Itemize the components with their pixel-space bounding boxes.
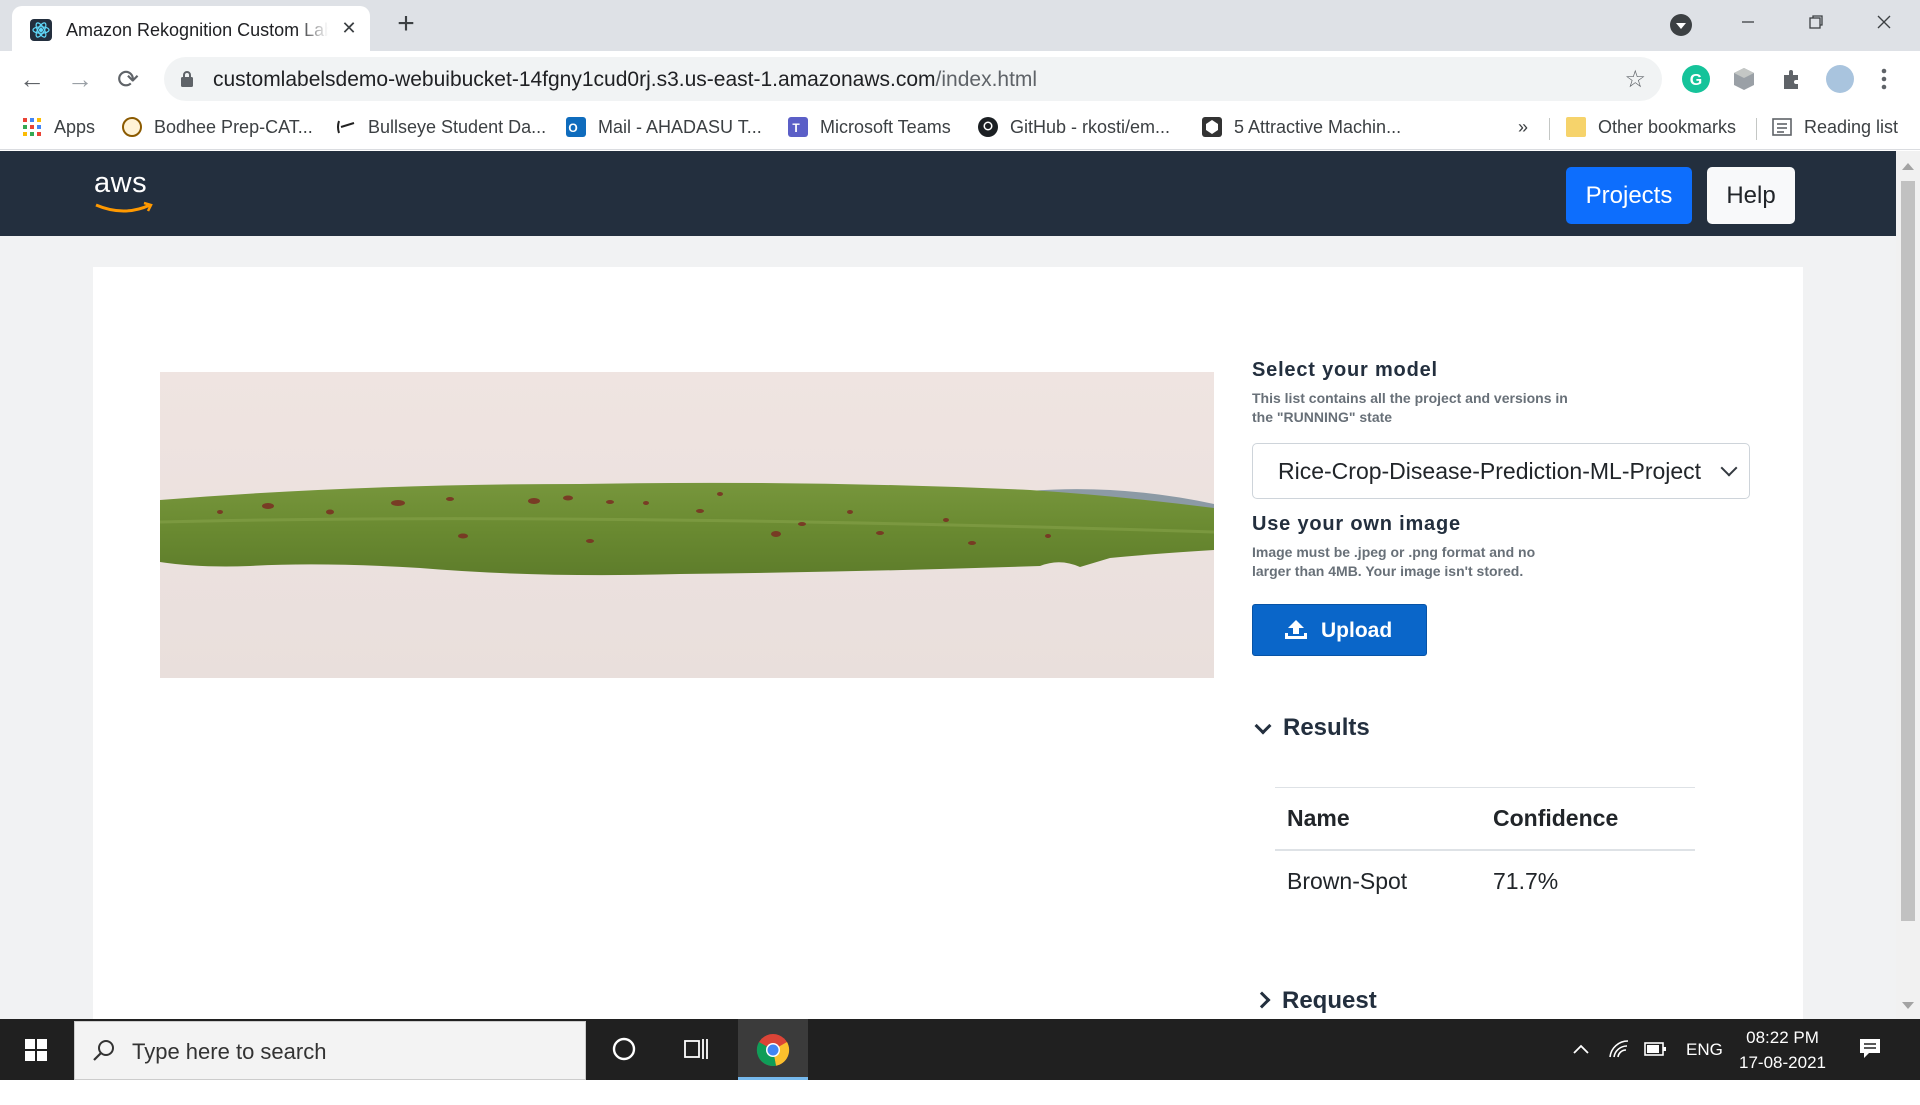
react-favicon-icon [30, 19, 52, 41]
bodhee-icon [122, 117, 142, 137]
bookmark-machine[interactable]: 5 Attractive Machin... [1202, 115, 1401, 139]
task-view-icon[interactable] [662, 1019, 730, 1080]
column-header-name: Name [1275, 787, 1481, 851]
bookmark-teams[interactable]: T Microsoft Teams [788, 115, 951, 139]
bookmark-github[interactable]: GitHub - rkosti/em... [978, 115, 1170, 139]
cortana-icon[interactable] [590, 1019, 658, 1080]
windows-logo-icon [25, 1039, 47, 1061]
browser-toolbar: ← → ⟳ customlabelsdemo-webuibucket-14fgn… [0, 51, 1920, 106]
browser-tab-active[interactable]: Amazon Rekognition Custom Labels ✕ [12, 6, 370, 51]
model-select-value: Rice-Crop-Disease-Prediction-ML-Project [1278, 458, 1702, 484]
main-card: Select your model This list contains all… [93, 267, 1803, 1019]
page-viewport: aws Projects Help Select your model This… [0, 151, 1896, 1019]
page-scrollbar[interactable] [1896, 151, 1920, 1019]
apps-grid-icon [22, 117, 42, 137]
chrome-icon [756, 1034, 790, 1067]
bullseye-icon [336, 117, 356, 137]
cube-extension-icon[interactable] [1730, 65, 1758, 93]
address-bar[interactable]: customlabelsdemo-webuibucket-14fgny1cud0… [164, 57, 1662, 101]
chevron-right-icon [1253, 991, 1271, 1009]
projects-button[interactable]: Projects [1566, 167, 1692, 224]
own-image-description: Image must be .jpeg or .png format and n… [1252, 544, 1536, 579]
url-text: customlabelsdemo-webuibucket-14fgny1cud0… [213, 68, 1038, 91]
taskbar-search-input[interactable]: Type here to search [74, 1021, 586, 1080]
tab-close-icon[interactable]: ✕ [338, 17, 360, 39]
svg-text:O: O [568, 121, 577, 135]
menu-kebab-icon[interactable] [1870, 65, 1898, 93]
battery-icon[interactable] [1642, 1019, 1668, 1080]
bookmarks-bar: Apps Bodhee Prep-CAT... Bullseye Student… [0, 106, 1920, 150]
system-clock[interactable]: 08:22 PM 17-08-2021 [1725, 1025, 1840, 1075]
results-table: Name Confidence Brown-Spot 71.7% [1275, 787, 1695, 912]
outlook-icon: O [566, 117, 586, 137]
bookmark-apps[interactable]: Apps [22, 115, 95, 139]
table-row: Brown-Spot 71.7% [1275, 850, 1695, 912]
request-toggle[interactable]: Request [1252, 987, 1377, 1015]
site-icon [1202, 117, 1222, 137]
minimize-icon[interactable] [1728, 8, 1768, 40]
chevron-down-icon [1720, 459, 1738, 477]
bookmark-separator [1549, 118, 1550, 140]
extensions-puzzle-icon[interactable] [1778, 65, 1806, 93]
select-model-description: This list contains all the project and v… [1252, 390, 1568, 425]
bookmark-mail[interactable]: O Mail - AHADASU T... [566, 115, 762, 139]
reading-list-icon [1772, 117, 1792, 137]
column-header-confidence: Confidence [1481, 787, 1695, 851]
results-toggle[interactable]: Results [1252, 714, 1370, 742]
scrollbar-thumb[interactable] [1901, 181, 1915, 921]
profile-avatar[interactable] [1826, 65, 1854, 93]
windows-taskbar: Type here to search ENG 08:22 PM 17-08-2… [0, 1019, 1920, 1080]
bookmarks-overflow-button[interactable]: » [1518, 115, 1528, 139]
notifications-icon[interactable] [1855, 1019, 1885, 1080]
search-icon [93, 1040, 114, 1061]
chevron-down-icon [1254, 717, 1272, 735]
forward-arrow-icon[interactable]: → [64, 63, 96, 95]
show-hidden-icons-chevron-icon[interactable] [1570, 1019, 1592, 1080]
github-icon [978, 117, 998, 137]
clock-time: 08:22 PM [1746, 1028, 1819, 1047]
uploaded-leaf-image [160, 372, 1214, 678]
upload-button[interactable]: Upload [1252, 604, 1427, 656]
bookmark-bodhee[interactable]: Bodhee Prep-CAT... [122, 115, 313, 139]
upload-icon [1285, 620, 1307, 639]
own-image-heading: Use your own image [1252, 513, 1461, 535]
folder-icon [1566, 117, 1586, 137]
tab-title: Amazon Rekognition Custom Labels [66, 20, 328, 41]
scroll-down-arrow-icon[interactable] [1902, 1002, 1914, 1009]
result-label-name: Brown-Spot [1287, 867, 1408, 894]
help-button[interactable]: Help [1707, 167, 1795, 224]
bookmark-separator [1756, 118, 1757, 140]
grammarly-extension-icon[interactable]: G [1682, 65, 1710, 93]
model-select[interactable]: Rice-Crop-Disease-Prediction-ML-Project [1252, 443, 1750, 499]
back-arrow-icon[interactable]: ← [16, 63, 48, 95]
reload-icon[interactable]: ⟳ [112, 63, 144, 95]
clock-date: 17-08-2021 [1739, 1053, 1826, 1072]
close-window-icon[interactable] [1864, 8, 1904, 40]
svg-text:G: G [1690, 72, 1702, 89]
browser-tab-strip: Amazon Rekognition Custom Labels ✕ + [0, 0, 1920, 51]
select-model-heading: Select your model [1252, 359, 1438, 381]
wifi-icon[interactable] [1606, 1019, 1632, 1080]
reading-list-button[interactable]: Reading list [1772, 115, 1898, 139]
lock-icon [181, 71, 193, 87]
chrome-taskbar-button[interactable] [738, 1019, 808, 1080]
bookmark-star-icon[interactable]: ☆ [1624, 65, 1646, 94]
other-bookmarks-folder[interactable]: Other bookmarks [1566, 115, 1736, 139]
results-header-row: Name Confidence [1275, 787, 1695, 851]
result-confidence: 71.7% [1493, 867, 1559, 894]
bookmark-bullseye[interactable]: Bullseye Student Da... [336, 115, 546, 139]
windows-start-button[interactable] [0, 1019, 72, 1080]
app-navbar: aws Projects Help [0, 151, 1896, 236]
scroll-up-arrow-icon[interactable] [1902, 163, 1914, 170]
upload-label: Upload [1321, 619, 1393, 642]
new-tab-button[interactable]: + [392, 9, 420, 39]
aws-logo: aws [94, 167, 153, 213]
teams-icon: T [788, 117, 808, 137]
restore-icon[interactable] [1796, 8, 1836, 40]
language-indicator[interactable]: ENG [1686, 1019, 1723, 1080]
tab-search-icon[interactable] [1670, 14, 1692, 36]
search-placeholder: Type here to search [132, 1039, 327, 1064]
svg-text:T: T [792, 121, 800, 135]
